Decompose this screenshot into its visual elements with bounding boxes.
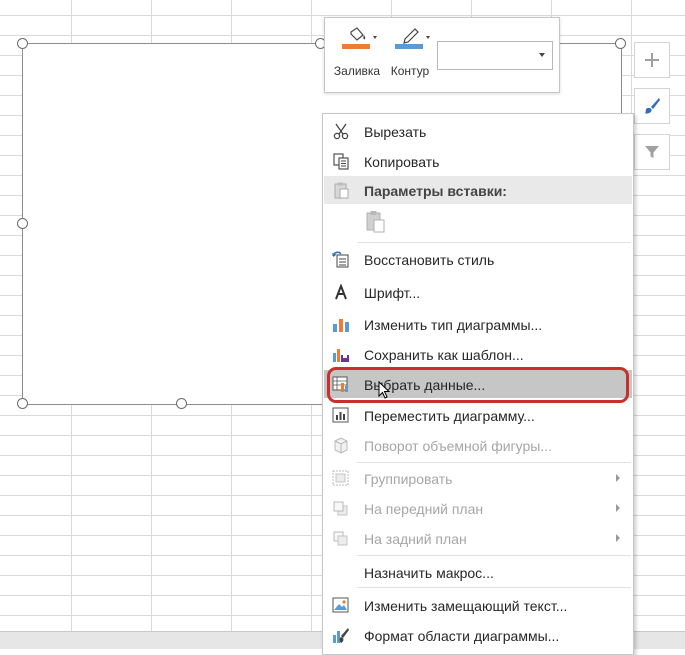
menu-item-edit-alt-text-label: Изменить замещающий текст...: [364, 598, 568, 614]
menu-item-assign-macro[interactable]: Назначить макрос...: [324, 558, 632, 586]
mini-toolbar: Заливка Контур: [324, 17, 560, 93]
submenu-arrow-icon: [616, 534, 620, 542]
cube-icon: [334, 437, 348, 454]
brush-icon: [645, 98, 660, 114]
menu-item-save-as-template[interactable]: Сохранить как шаблон...: [324, 340, 632, 368]
paste-options-label: Параметры вставки:: [364, 183, 507, 199]
menu-item-group[interactable]: Группировать: [324, 464, 632, 492]
resize-handle-left[interactable]: [17, 218, 28, 229]
bring-to-front-icon: [333, 501, 348, 516]
menu-item-change-chart-type[interactable]: Изменить тип диаграммы...: [324, 310, 632, 338]
submenu-arrow-icon: [616, 474, 620, 482]
menu-item-save-as-template-label: Сохранить как шаблон...: [364, 347, 524, 363]
submenu-arrow-icon: [616, 504, 620, 512]
menu-item-move-chart-label: Переместить диаграмму...: [364, 408, 535, 424]
resize-handle-top-right[interactable]: [615, 38, 626, 49]
font-icon: [335, 284, 347, 300]
mouse-cursor-icon: [378, 381, 390, 399]
menu-item-assign-macro-label: Назначить макрос...: [364, 565, 494, 581]
menu-item-cut-label: Вырезать: [364, 124, 427, 140]
menu-item-send-to-back[interactable]: На задний план: [324, 524, 632, 552]
alt-text-icon: [332, 597, 349, 613]
paint-bucket-icon: [342, 27, 377, 49]
menu-item-reset-style-label: Восстановить стиль: [364, 252, 495, 268]
copy-icon: [333, 153, 349, 170]
clipboard-icon: [334, 182, 349, 199]
outline-label: Контур: [390, 64, 430, 78]
menu-separator: [357, 555, 631, 556]
bar-chart-icon: [333, 319, 349, 332]
menu-separator: [357, 462, 631, 463]
scissors-icon: [333, 123, 349, 140]
menu-item-bring-to-front[interactable]: На передний план: [324, 494, 632, 522]
fill-button[interactable]: Заливка: [332, 24, 382, 86]
menu-item-3d-rotation[interactable]: Поворот объемной фигуры...: [324, 431, 632, 459]
move-chart-icon: [332, 407, 349, 423]
pen-icon: [395, 28, 430, 49]
reset-style-icon: [332, 251, 349, 268]
menu-item-edit-alt-text[interactable]: Изменить замещающий текст...: [324, 591, 632, 619]
menu-item-bring-to-front-label: На передний план: [364, 501, 484, 517]
save-template-icon: [333, 349, 349, 362]
menu-separator: [357, 587, 631, 588]
menu-item-copy-label: Копировать: [364, 154, 440, 170]
menu-separator: [357, 242, 631, 243]
paste-options-header: Параметры вставки:: [324, 176, 632, 204]
chevron-down-icon: [539, 53, 545, 57]
resize-handle-bottom-left[interactable]: [17, 398, 28, 409]
chart-elements-button[interactable]: [634, 42, 670, 78]
chart-styles-button[interactable]: [634, 88, 670, 124]
menu-item-cut[interactable]: Вырезать: [324, 117, 632, 145]
chart-filters-button[interactable]: [634, 134, 670, 170]
outline-button[interactable]: Контур: [385, 24, 435, 86]
menu-item-send-to-back-label: На задний план: [364, 531, 467, 547]
paste-option-button[interactable]: [361, 207, 391, 237]
resize-handle-bottom[interactable]: [176, 398, 187, 409]
menu-item-format-chart-area[interactable]: Формат области диаграммы...: [324, 621, 632, 649]
clipboard-paste-icon: [366, 211, 385, 233]
menu-item-reset-style[interactable]: Восстановить стиль: [324, 245, 632, 273]
plus-icon: [645, 53, 659, 67]
resize-handle-top-left[interactable]: [17, 38, 28, 49]
highlight-ring: [327, 367, 629, 403]
format-chart-area-icon: [333, 628, 349, 643]
menu-item-font-label: Шрифт...: [364, 285, 421, 301]
menu-item-move-chart[interactable]: Переместить диаграмму...: [324, 401, 632, 429]
send-to-back-icon: [333, 531, 348, 546]
filter-icon: [645, 146, 659, 158]
group-icon: [332, 470, 349, 486]
menu-item-group-label: Группировать: [364, 471, 453, 487]
menu-item-font[interactable]: Шрифт...: [324, 278, 632, 306]
fill-label: Заливка: [333, 64, 381, 78]
menu-item-copy[interactable]: Копировать: [324, 147, 632, 175]
chart-element-selector[interactable]: [437, 41, 553, 70]
menu-item-change-chart-type-label: Изменить тип диаграммы...: [364, 317, 543, 333]
menu-item-format-chart-area-label: Формат области диаграммы...: [364, 628, 560, 644]
menu-item-3d-rotation-label: Поворот объемной фигуры...: [364, 438, 553, 454]
